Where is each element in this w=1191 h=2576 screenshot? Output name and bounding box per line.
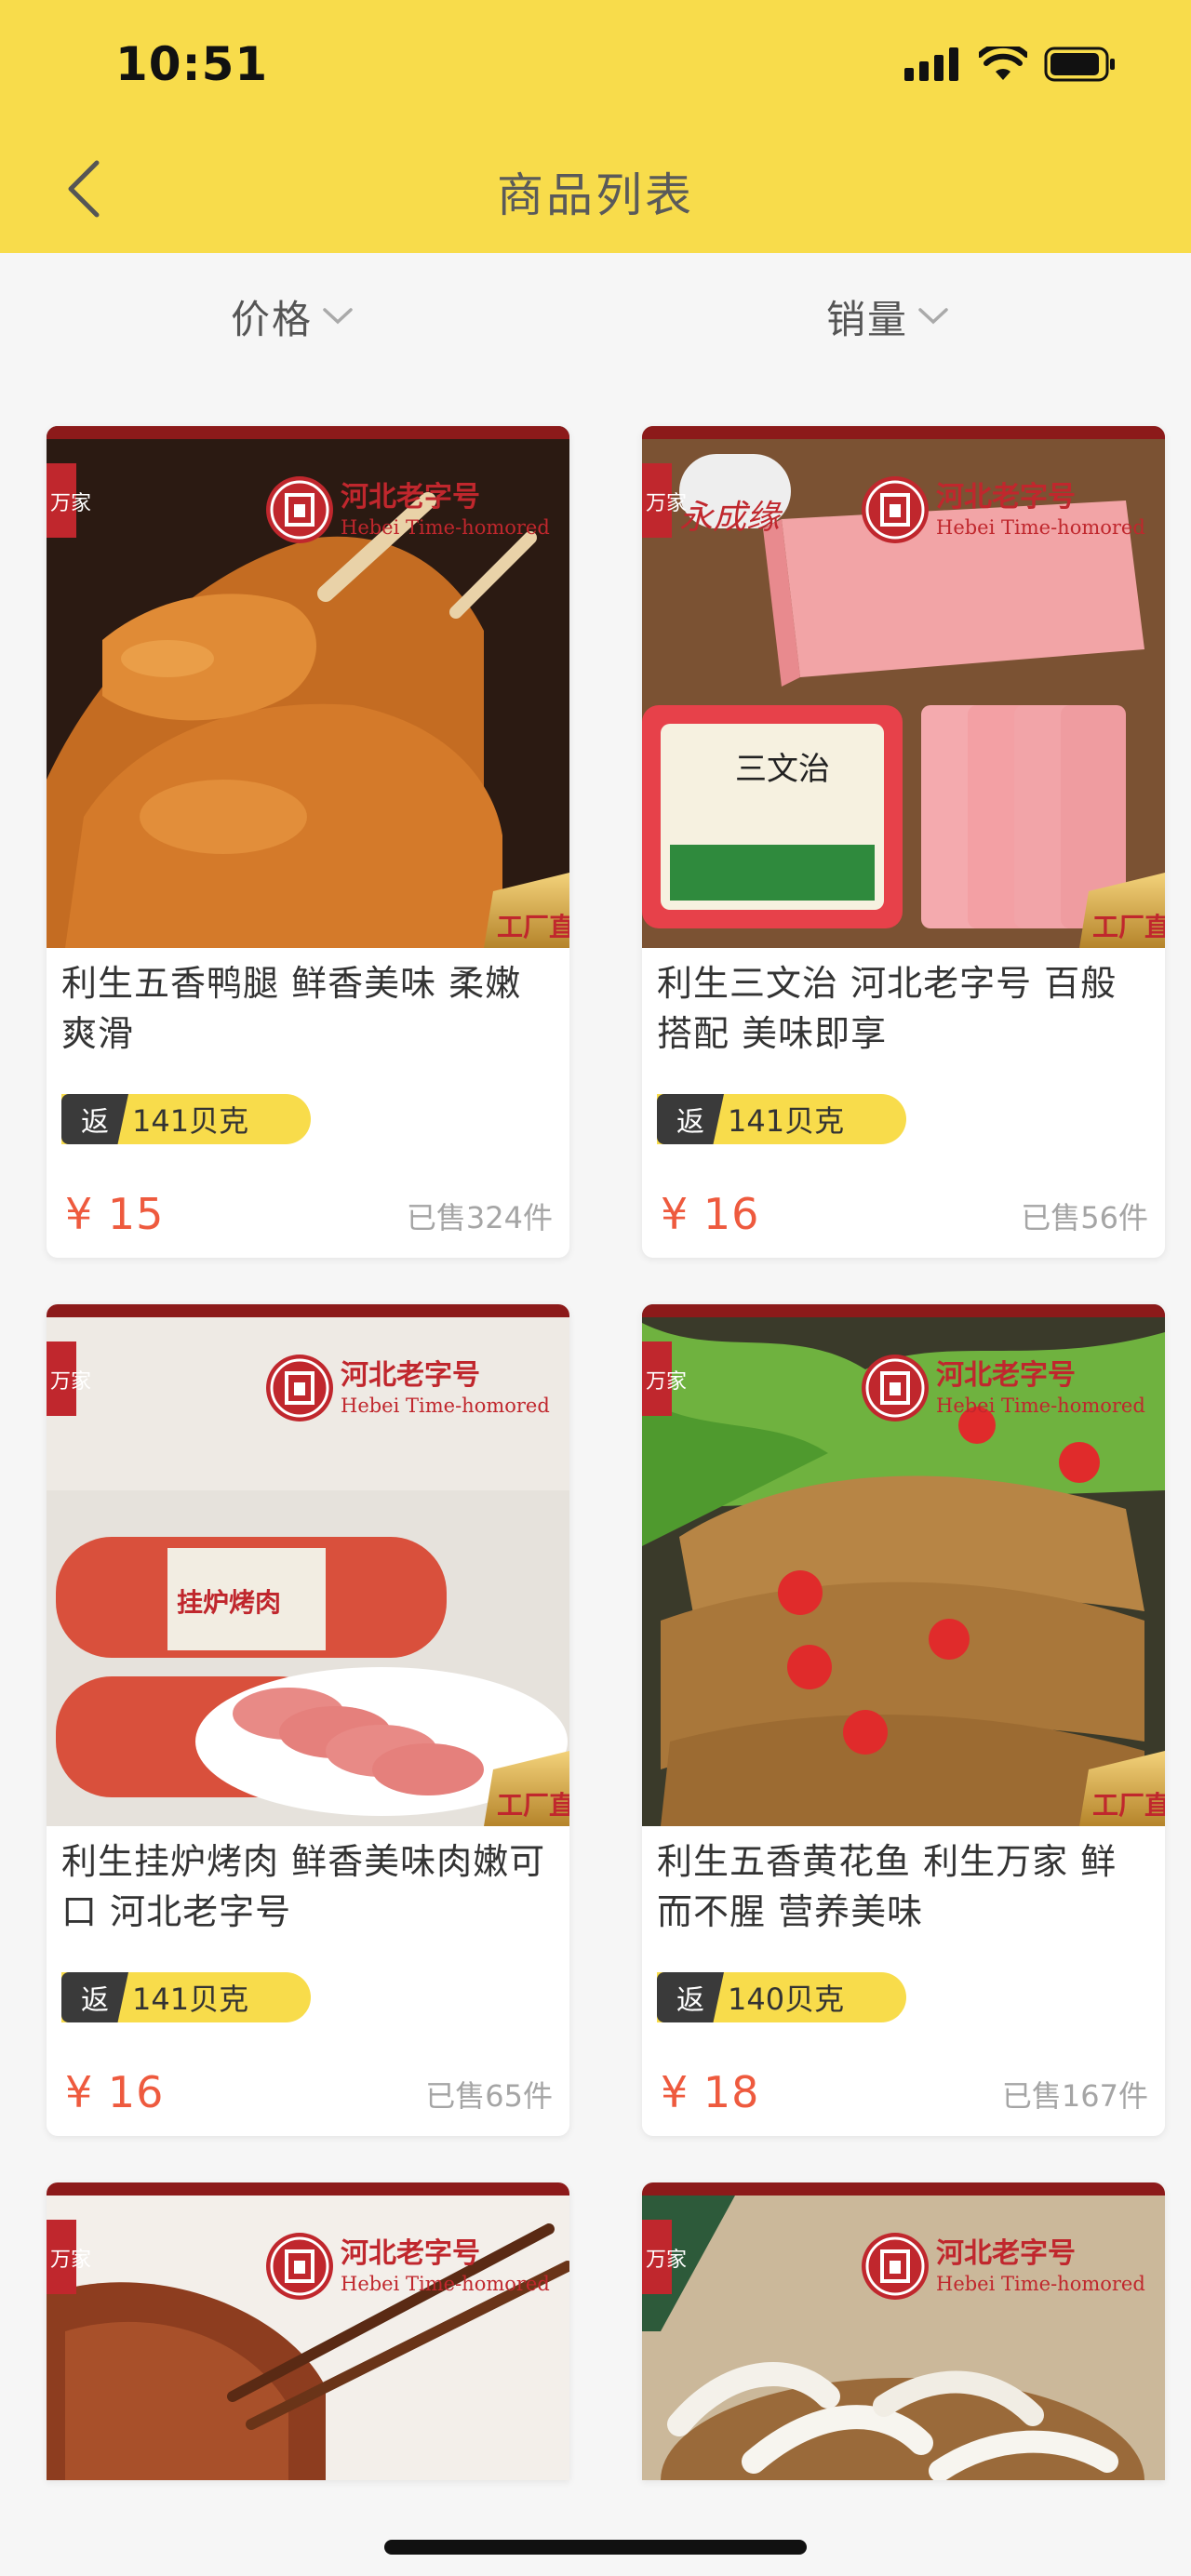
sort-sales-label: 销量 xyxy=(826,296,909,342)
heritage-badge-en: Hebei Time-homored xyxy=(936,2273,1145,2295)
battery-icon xyxy=(1044,47,1115,82)
status-time: 10:51 xyxy=(115,37,269,91)
rebate-amount: 141贝克 xyxy=(728,1103,845,1139)
heritage-badge-en: Hebei Time-homored xyxy=(341,1395,550,1417)
heritage-badge-text: 河北老字号 xyxy=(936,481,1076,514)
chevron-down-icon xyxy=(323,308,353,325)
product-card[interactable]: 三文治 永成缘 万家 河北老字号 Hebei Time-homored 工厂直 … xyxy=(642,426,1165,1258)
product-image: 挂炉烤肉 万家 河北老字号 Hebei Time-homored 工厂直 xyxy=(47,1304,569,1826)
product-title: 利生三文治 河北老字号 百般搭配 美味即享 xyxy=(657,963,1117,1054)
factory-direct-text: 工厂直 xyxy=(1092,912,1165,942)
heritage-badge-en: Hebei Time-homored xyxy=(341,2273,550,2295)
product-image: 万家 河北老字号 Hebei Time-homored 工厂直 xyxy=(642,1304,1165,1826)
product-title: 利生五香黄花鱼 利生万家 鲜而不腥 营养美味 xyxy=(657,1841,1117,1932)
rebate-badge: 返 141贝克 xyxy=(61,1972,311,2022)
home-indicator[interactable] xyxy=(384,2540,807,2555)
heritage-badge-en: Hebei Time-homored xyxy=(936,1395,1145,1417)
product-card[interactable]: 万家 河北老字号 Hebei Time-homored 工厂直 利生五香黄花鱼 … xyxy=(642,1304,1165,2136)
pack-label-text: 三文治 xyxy=(735,751,830,788)
factory-direct-text: 工厂直 xyxy=(1092,1790,1165,1821)
product-price: ¥ 16 xyxy=(65,2067,165,2117)
sold-count: 已售324件 xyxy=(406,1200,553,1235)
heritage-badge-en: Hebei Time-homored xyxy=(341,516,550,539)
sort-by-sales-button[interactable]: 销量 xyxy=(826,288,949,344)
wifi-icon xyxy=(979,47,1027,80)
product-title: 利生挂炉烤肉 鲜香美味肉嫩可口 河北老字号 xyxy=(61,1841,546,1932)
chevron-down-icon xyxy=(918,308,948,325)
rebate-amount: 141贝克 xyxy=(132,1103,249,1139)
product-price: ¥ 16 xyxy=(661,1189,760,1239)
left-mark-text: 万家 xyxy=(646,492,687,515)
rebate-tag: 返 xyxy=(61,1094,128,1144)
product-image: 三文治 永成缘 万家 河北老字号 Hebei Time-homored 工厂直 xyxy=(642,426,1165,948)
app-header: 10:51 商品列表 xyxy=(0,0,1191,253)
heritage-badge-text: 河北老字号 xyxy=(936,2237,1076,2270)
rebate-badge: 返 140贝克 xyxy=(657,1972,906,2022)
sort-price-label: 价格 xyxy=(231,296,314,342)
product-card[interactable]: 万家 河北老字号 Hebei Time-homored xyxy=(642,2182,1165,2480)
product-card[interactable]: 挂炉烤肉 万家 河北老字号 Hebei Time-homored 工厂直 利生挂… xyxy=(47,1304,569,2136)
factory-direct-text: 工厂直 xyxy=(497,912,569,942)
rebate-amount: 140贝克 xyxy=(728,1982,845,2017)
page-title: 商品列表 xyxy=(497,168,694,222)
left-mark-text: 万家 xyxy=(50,2249,91,2272)
product-card[interactable]: 万家 河北老字号 Hebei Time-homored xyxy=(47,2182,569,2480)
factory-direct-text: 工厂直 xyxy=(497,1790,569,1821)
rebate-tag: 返 xyxy=(61,1972,128,2022)
rebate-tag: 返 xyxy=(657,1094,724,1144)
left-mark-text: 万家 xyxy=(50,492,91,515)
left-mark-text: 万家 xyxy=(50,1370,91,1394)
status-icons xyxy=(904,47,1117,82)
rebate-amount: 141贝克 xyxy=(132,1982,249,2017)
left-mark-text: 万家 xyxy=(646,2249,687,2272)
heritage-badge-text: 河北老字号 xyxy=(341,1359,480,1392)
heritage-badge-text: 河北老字号 xyxy=(936,1359,1076,1392)
product-price: ¥ 15 xyxy=(65,1189,165,1239)
status-bar: 10:51 xyxy=(0,0,1191,130)
product-image: 万家 河北老字号 Hebei Time-homored xyxy=(47,2182,569,2480)
product-image: 万家 河北老字号 Hebei Time-homored xyxy=(642,2182,1165,2480)
sort-by-price-button[interactable]: 价格 xyxy=(231,288,354,344)
signal-icon xyxy=(904,47,958,81)
heritage-badge-en: Hebei Time-homored xyxy=(936,516,1145,539)
sort-bar: 价格 销量 xyxy=(0,253,1191,374)
sold-count: 已售65件 xyxy=(425,2078,553,2114)
heritage-badge-text: 河北老字号 xyxy=(341,2237,480,2270)
sold-count: 已售167件 xyxy=(1001,2078,1148,2114)
left-mark-text: 万家 xyxy=(646,1370,687,1394)
rebate-badge: 返 141贝克 xyxy=(657,1094,906,1144)
rebate-tag: 返 xyxy=(657,1972,724,2022)
heritage-badge-text: 河北老字号 xyxy=(341,481,480,514)
brand-text: 永成缘 xyxy=(679,499,783,537)
product-title: 利生五香鸭腿 鲜香美味 柔嫩爽滑 xyxy=(61,963,522,1054)
nav-bar: 商品列表 xyxy=(0,140,1191,242)
product-card[interactable]: 万家 河北老字号 Hebei Time-homored 工厂直 利生五香鸭腿 鲜… xyxy=(47,426,569,1258)
rebate-badge: 返 141贝克 xyxy=(61,1094,311,1144)
pack-label-text: 挂炉烤肉 xyxy=(177,1587,281,1618)
sold-count: 已售56件 xyxy=(1021,1200,1148,1235)
product-image: 万家 河北老字号 Hebei Time-homored 工厂直 xyxy=(47,426,569,948)
product-price: ¥ 18 xyxy=(661,2067,760,2117)
